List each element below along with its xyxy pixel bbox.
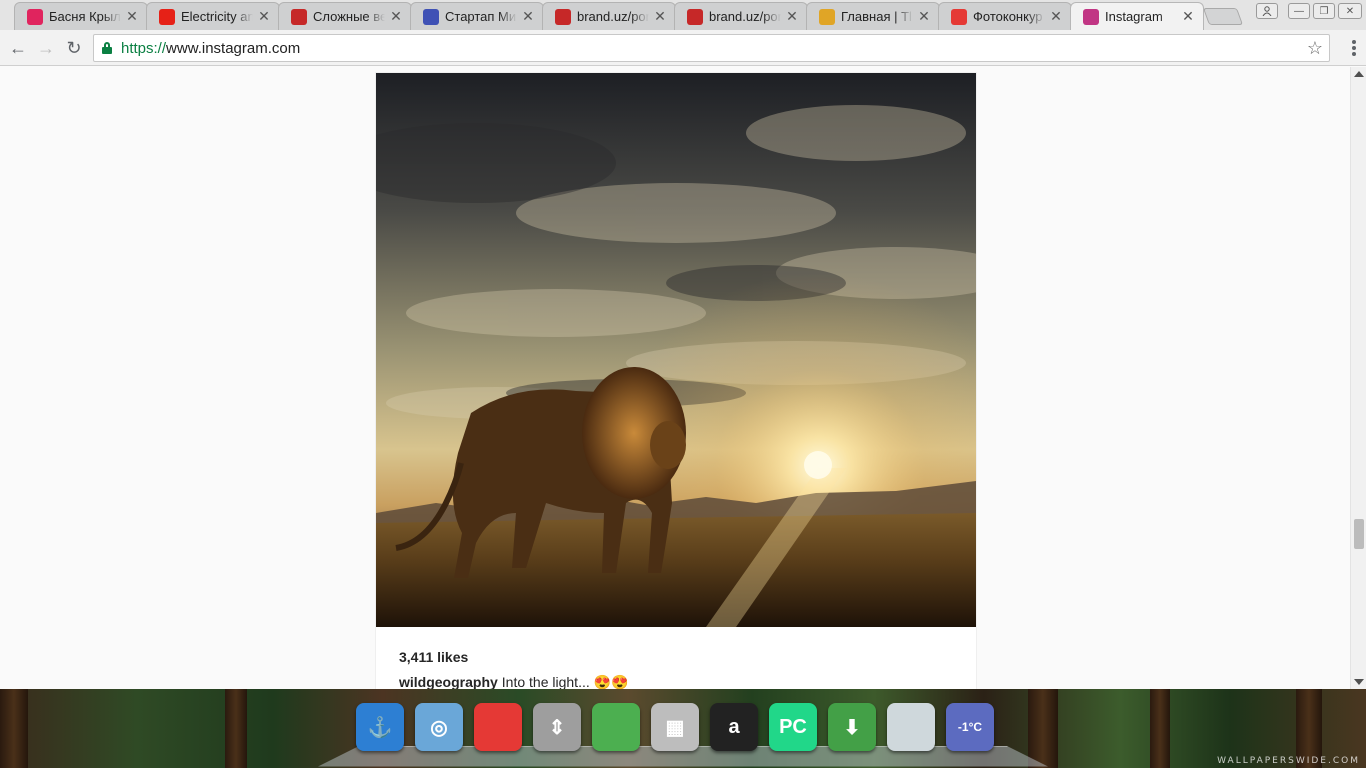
dock-icon-glyph: PC bbox=[779, 715, 807, 738]
dock-icon-glyph: ◎ bbox=[430, 716, 448, 739]
desktop-wallpaper: ⚓ ◎ ⇕ ▦ a PC ⬇ -1°C WALLPAPERSWIDE.COM bbox=[0, 689, 1366, 768]
post-card: 3,411 likes wildgeography Into the light.… bbox=[375, 72, 977, 689]
tab-close-icon[interactable]: ✕ bbox=[917, 8, 931, 25]
browser-tab[interactable]: brand.uz/por ✕ bbox=[674, 2, 808, 30]
scroll-up-icon[interactable] bbox=[1354, 71, 1364, 77]
close-icon: ✕ bbox=[1345, 5, 1355, 17]
browser-tab[interactable]: brand.uz/por ✕ bbox=[542, 2, 676, 30]
tab-close-icon[interactable]: ✕ bbox=[257, 8, 271, 25]
dock-icon-glyph: ⚓ bbox=[367, 716, 393, 739]
reload-button[interactable]: ↻ bbox=[62, 36, 86, 60]
sailboat-icon bbox=[423, 8, 439, 25]
tab-title: Главная | Tl bbox=[841, 9, 912, 24]
instagram-feed: 3,411 likes wildgeography Into the light.… bbox=[0, 67, 1350, 689]
pycharm-app-icon[interactable]: PC bbox=[769, 703, 817, 751]
tab-strip: Басня Крылов ✕ Electricity and ✕ Сложные ве ✕… bbox=[0, 0, 1366, 30]
forward-button[interactable]: → bbox=[34, 36, 58, 60]
tab-close-icon[interactable]: ✕ bbox=[1049, 8, 1063, 25]
red-logo-icon bbox=[555, 8, 571, 25]
arrows-app-icon[interactable]: ⇕ bbox=[533, 703, 581, 751]
tab-title: Electricity and bbox=[181, 9, 253, 24]
tab-close-icon[interactable]: ✕ bbox=[785, 8, 799, 25]
tab-title: Instagram bbox=[1105, 9, 1163, 24]
scroll-thumb[interactable] bbox=[1354, 519, 1364, 549]
browser-tab[interactable]: Electricity and ✕ bbox=[146, 2, 280, 30]
trash-app-icon[interactable] bbox=[887, 703, 935, 751]
tab-title: brand.uz/por bbox=[709, 9, 781, 24]
tab-title: brand.uz/por bbox=[577, 9, 649, 24]
close-window-button[interactable]: ✕ bbox=[1338, 3, 1362, 19]
tab-close-icon[interactable]: ✕ bbox=[125, 8, 139, 25]
blocks-app-icon[interactable] bbox=[474, 703, 522, 751]
dock-icon-glyph: ⬇ bbox=[843, 716, 861, 739]
tab-title: Басня Крылов bbox=[49, 9, 121, 24]
page-scrollbar[interactable] bbox=[1350, 67, 1366, 689]
back-button[interactable]: ← bbox=[6, 36, 30, 60]
dock-icon-glyph: -1°C bbox=[957, 720, 983, 734]
tab-close-icon[interactable]: ✕ bbox=[521, 8, 535, 25]
browser-toolbar: ← → ↻ https://www.instagram.com ☆ bbox=[0, 30, 1366, 66]
person-icon bbox=[1262, 6, 1272, 16]
browser-tab[interactable]: Стартап Ми ✕ bbox=[410, 2, 544, 30]
maximize-icon: ❐ bbox=[1319, 5, 1329, 17]
tab-close-icon[interactable]: ✕ bbox=[389, 8, 403, 25]
instagram-icon bbox=[1083, 8, 1099, 25]
heart-icon bbox=[27, 8, 43, 25]
chrome-app-icon[interactable] bbox=[592, 703, 640, 751]
url-host: www.instagram.com bbox=[166, 39, 301, 57]
address-bar[interactable]: https://www.instagram.com ☆ bbox=[93, 34, 1330, 62]
post-caption: wildgeography Into the light... 😍😍 bbox=[399, 674, 629, 689]
weather-app-icon[interactable]: -1°C bbox=[946, 703, 994, 751]
k-logo-icon bbox=[951, 8, 967, 25]
tab-close-icon[interactable]: ✕ bbox=[1181, 8, 1195, 25]
url-scheme: https:// bbox=[121, 39, 167, 57]
minimize-icon: — bbox=[1294, 5, 1304, 17]
browser-tab[interactable]: Сложные ве ✕ bbox=[278, 2, 412, 30]
download-app-icon[interactable]: ⬇ bbox=[828, 703, 876, 751]
dock-icon-glyph: ⇕ bbox=[548, 716, 566, 739]
scroll-down-icon[interactable] bbox=[1354, 679, 1364, 685]
tab-close-icon[interactable]: ✕ bbox=[653, 8, 667, 25]
dock-icon-glyph: a bbox=[728, 715, 740, 738]
red-logo-icon bbox=[687, 8, 703, 25]
browser-tab[interactable]: Instagram ✕ bbox=[1070, 2, 1204, 30]
tab-title: Сложные ве bbox=[313, 9, 385, 24]
amazon-app-icon[interactable]: a bbox=[710, 703, 758, 751]
arrow-left-icon: ← bbox=[9, 37, 27, 58]
lock-icon bbox=[102, 42, 112, 54]
browser-tab[interactable]: Басня Крылов ✕ bbox=[14, 2, 148, 30]
likes-count[interactable]: 3,411 likes bbox=[399, 649, 468, 665]
red-logo-icon bbox=[291, 8, 307, 25]
post-username[interactable]: wildgeography bbox=[399, 674, 498, 689]
arrow-right-icon: → bbox=[37, 37, 55, 58]
browser-tab[interactable]: Главная | Tl ✕ bbox=[806, 2, 940, 30]
youtube-icon bbox=[159, 8, 175, 25]
url-text: https://www.instagram.com bbox=[121, 40, 300, 57]
coin-icon bbox=[819, 8, 835, 25]
new-tab-button[interactable] bbox=[1202, 8, 1244, 25]
maximize-button[interactable]: ❐ bbox=[1313, 3, 1335, 19]
post-photo[interactable] bbox=[376, 73, 976, 627]
minimize-button[interactable]: — bbox=[1288, 3, 1310, 19]
dock-icon-glyph: ▦ bbox=[665, 716, 685, 739]
reload-icon: ↻ bbox=[66, 37, 82, 58]
tab-title: Стартап Ми bbox=[445, 9, 517, 24]
caption-text: Into the light... 😍😍 bbox=[501, 674, 629, 689]
browser-tab[interactable]: Фотоконкур ✕ bbox=[938, 2, 1072, 30]
anchor-app-icon[interactable]: ⚓ bbox=[356, 703, 404, 751]
swirl-app-icon[interactable]: ◎ bbox=[415, 703, 463, 751]
tab-title: Фотоконкур bbox=[973, 9, 1043, 24]
wallpaper-watermark: WALLPAPERSWIDE.COM bbox=[1217, 756, 1360, 766]
bookmark-star-icon[interactable]: ☆ bbox=[1307, 38, 1323, 59]
lion-sunset-photo bbox=[376, 73, 976, 627]
calculator-app-icon[interactable]: ▦ bbox=[651, 703, 699, 751]
browser-menu-icon[interactable] bbox=[1352, 40, 1356, 56]
profile-button[interactable] bbox=[1256, 3, 1278, 19]
